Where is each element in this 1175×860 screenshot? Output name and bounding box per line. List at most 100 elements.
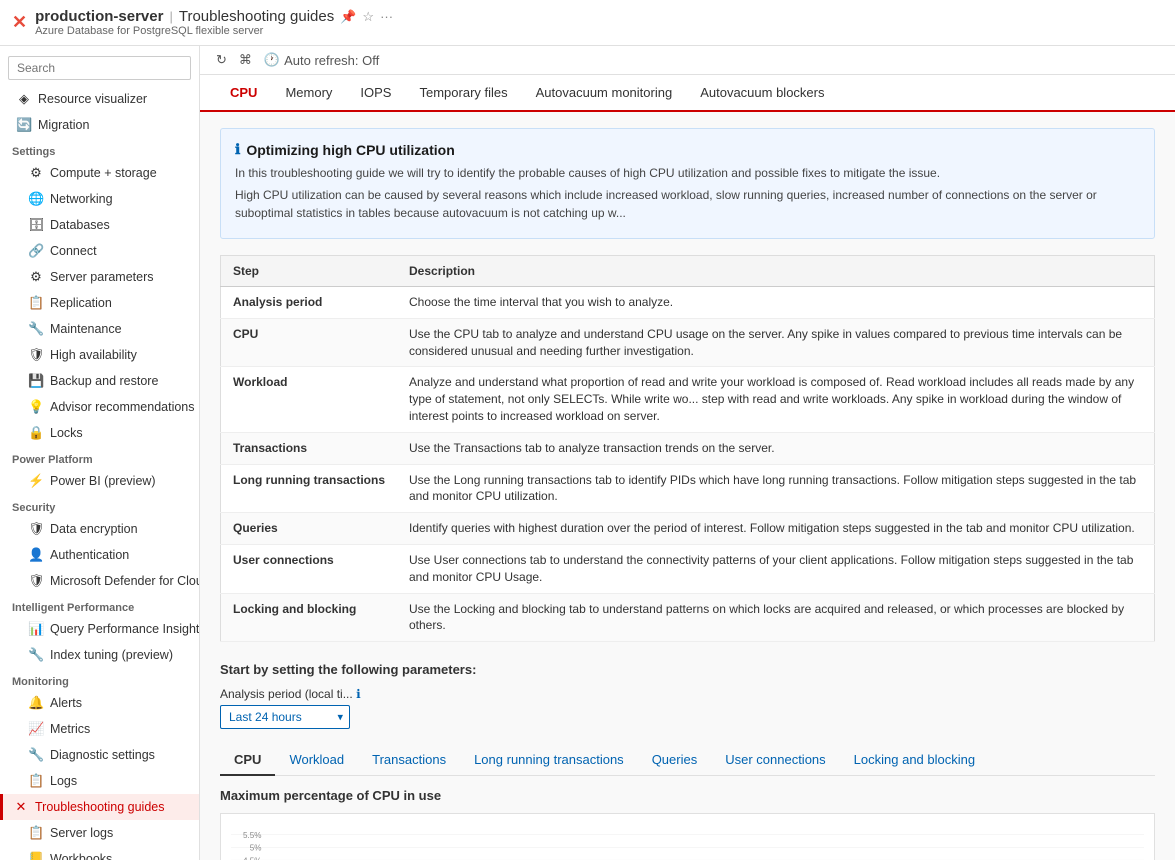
inner-content: ℹ Optimizing high CPU utilization In thi… <box>200 112 1175 860</box>
auto-refresh-label: Auto refresh: Off <box>284 53 379 68</box>
app-logo: ✕ <box>12 12 27 33</box>
sidebar-item-logs[interactable]: 📋Logs <box>0 768 199 794</box>
sidebar-item-databases[interactable]: 🗄Databases <box>0 212 199 238</box>
table-row: Analysis periodChoose the time interval … <box>221 287 1155 319</box>
step-name-4: Long running transactions <box>221 464 398 513</box>
tab-autovacmon[interactable]: Autovacuum monitoring <box>522 75 687 112</box>
sidebar-item-connect[interactable]: 🔗Connect <box>0 238 199 264</box>
tab-memory[interactable]: Memory <box>271 75 346 112</box>
more-icon[interactable]: ··· <box>380 9 393 24</box>
title-separator: | <box>169 9 172 24</box>
sidebar-item-migration[interactable]: 🔄Migration <box>0 112 199 138</box>
sidebar-item-high-availability[interactable]: 🛡High availability <box>0 342 199 368</box>
sub-tab-workload[interactable]: Workload <box>275 745 358 776</box>
pin-icon[interactable]: 📌 <box>340 9 356 25</box>
sidebar-item-advisor[interactable]: 💡Advisor recommendations <box>0 394 199 420</box>
sidebar-item-server-logs[interactable]: 📋Server logs <box>0 820 199 846</box>
tab-cpu[interactable]: CPU <box>216 75 271 112</box>
svg-text:5%: 5% <box>250 843 262 853</box>
tab-autovacblock[interactable]: Autovacuum blockers <box>686 75 838 112</box>
sidebar-item-server-parameters[interactable]: ⚙Server parameters <box>0 264 199 290</box>
table-row: TransactionsUse the Transactions tab to … <box>221 432 1155 464</box>
step-desc-3: Use the Transactions tab to analyze tran… <box>397 432 1155 464</box>
ms-defender-icon: 🛡 <box>28 573 44 589</box>
sidebar-item-power-bi[interactable]: ⚡Power BI (preview) <box>0 468 199 494</box>
sidebar-label-ms-defender: Microsoft Defender for Cloud <box>50 574 200 588</box>
page-title: Troubleshooting guides <box>179 8 334 25</box>
col-step: Step <box>221 256 398 287</box>
sub-tab-queries[interactable]: Queries <box>638 745 712 776</box>
tab-tempfiles[interactable]: Temporary files <box>405 75 521 112</box>
sidebar-label-power-bi: Power BI (preview) <box>50 474 156 488</box>
cmd-button[interactable]: ⌘ <box>239 52 252 68</box>
locks-icon: 🔒 <box>28 425 44 441</box>
table-row: QueriesIdentify queries with highest dur… <box>221 513 1155 545</box>
sub-tab-longtx[interactable]: Long running transactions <box>460 745 638 776</box>
search-input[interactable] <box>8 56 191 80</box>
advisor-icon: 💡 <box>28 399 44 415</box>
step-desc-1: Use the CPU tab to analyze and understan… <box>397 318 1155 367</box>
sidebar-label-resource-visualizer: Resource visualizer <box>38 92 147 106</box>
sidebar-label-server-parameters: Server parameters <box>50 270 154 284</box>
cpu-chart: .grid-line { stroke: #eee; stroke-width:… <box>231 824 1144 860</box>
sub-tab-cpu[interactable]: CPU <box>220 745 275 776</box>
sidebar-item-backup-restore[interactable]: 💾Backup and restore <box>0 368 199 394</box>
sidebar-item-locks[interactable]: 🔒Locks <box>0 420 199 446</box>
info-para2: High CPU utilization can be caused by se… <box>235 186 1140 222</box>
table-row: Locking and blockingUse the Locking and … <box>221 593 1155 642</box>
top-bar: ✕ production-server | Troubleshooting gu… <box>0 0 1175 46</box>
refresh-icon: ↻ <box>216 52 227 68</box>
sidebar-label-replication: Replication <box>50 296 112 310</box>
chart-container: .grid-line { stroke: #eee; stroke-width:… <box>220 813 1155 860</box>
sidebar-item-alerts[interactable]: 🔔Alerts <box>0 690 199 716</box>
star-icon[interactable]: ☆ <box>362 9 374 25</box>
sub-tab-userconn[interactable]: User connections <box>711 745 839 776</box>
sidebar-item-replication[interactable]: 📋Replication <box>0 290 199 316</box>
sidebar-item-workbooks[interactable]: 📒 Workbooks <box>0 846 199 860</box>
step-desc-4: Use the Long running transactions tab to… <box>397 464 1155 513</box>
sidebar-item-authentication[interactable]: 👤Authentication <box>0 542 199 568</box>
sidebar-item-metrics[interactable]: 📈 Metrics <box>0 716 199 742</box>
info-para1: In this troubleshooting guide we will tr… <box>235 164 1140 182</box>
sidebar-label-workbooks: Workbooks <box>50 852 112 860</box>
sidebar-item-maintenance[interactable]: 🔧Maintenance <box>0 316 199 342</box>
refresh-button[interactable]: ↻ <box>216 52 227 68</box>
sidebar-label-query-perf: Query Performance Insight <box>50 622 199 636</box>
analysis-period-select[interactable]: Last 1 hourLast 6 hoursLast 24 hoursLast… <box>220 705 350 729</box>
sidebar-label-metrics: Metrics <box>50 722 90 736</box>
index-tuning-icon: 🔧 <box>28 647 44 663</box>
sidebar-item-networking[interactable]: 🌐Networking <box>0 186 199 212</box>
info-circle-icon: ℹ <box>356 687 361 701</box>
tab-iops[interactable]: IOPS <box>346 75 405 112</box>
sidebar-item-query-perf[interactable]: 📊Query Performance Insight <box>0 616 199 642</box>
metrics-icon: 📈 <box>28 721 44 737</box>
sidebar-section-monitoring-section: Monitoring <box>0 668 199 690</box>
networking-icon: 🌐 <box>28 191 44 207</box>
sidebar-item-troubleshooting[interactable]: ✕Troubleshooting guides <box>0 794 199 820</box>
sidebar-label-server-logs: Server logs <box>50 826 113 840</box>
params-section: Start by setting the following parameter… <box>220 662 1155 729</box>
sub-tab-locking[interactable]: Locking and blocking <box>840 745 989 776</box>
step-desc-5: Identify queries with highest duration o… <box>397 513 1155 545</box>
sidebar-item-index-tuning[interactable]: 🔧 Index tuning (preview) <box>0 642 199 668</box>
sidebar-item-compute-storage[interactable]: ⚙Compute + storage <box>0 160 199 186</box>
auto-refresh-button[interactable]: 🕐 Auto refresh: Off <box>264 52 379 68</box>
troubleshooting-icon: ✕ <box>13 799 29 815</box>
step-name-2: Workload <box>221 367 398 432</box>
sidebar-section-intelligent-perf-section: Intelligent Performance <box>0 594 199 616</box>
alerts-icon: 🔔 <box>28 695 44 711</box>
databases-icon: 🗄 <box>28 217 44 233</box>
step-name-0: Analysis period <box>221 287 398 319</box>
workbooks-icon: 📒 <box>28 851 44 860</box>
sidebar-label-index-tuning: Index tuning (preview) <box>50 648 173 662</box>
chart-title: Maximum percentage of CPU in use <box>220 788 1155 803</box>
toolbar: ↻ ⌘ 🕐 Auto refresh: Off <box>200 46 1175 75</box>
sidebar-item-data-encryption[interactable]: 🛡Data encryption <box>0 516 199 542</box>
sidebar-label-connect: Connect <box>50 244 97 258</box>
search-container <box>0 50 199 86</box>
sub-tab-transactions[interactable]: Transactions <box>358 745 460 776</box>
sidebar-item-ms-defender[interactable]: 🛡 Microsoft Defender for Cloud <box>0 568 199 594</box>
step-name-3: Transactions <box>221 432 398 464</box>
sidebar-item-resource-visualizer[interactable]: ◈Resource visualizer <box>0 86 199 112</box>
sidebar-item-diagnostic[interactable]: 🔧Diagnostic settings <box>0 742 199 768</box>
